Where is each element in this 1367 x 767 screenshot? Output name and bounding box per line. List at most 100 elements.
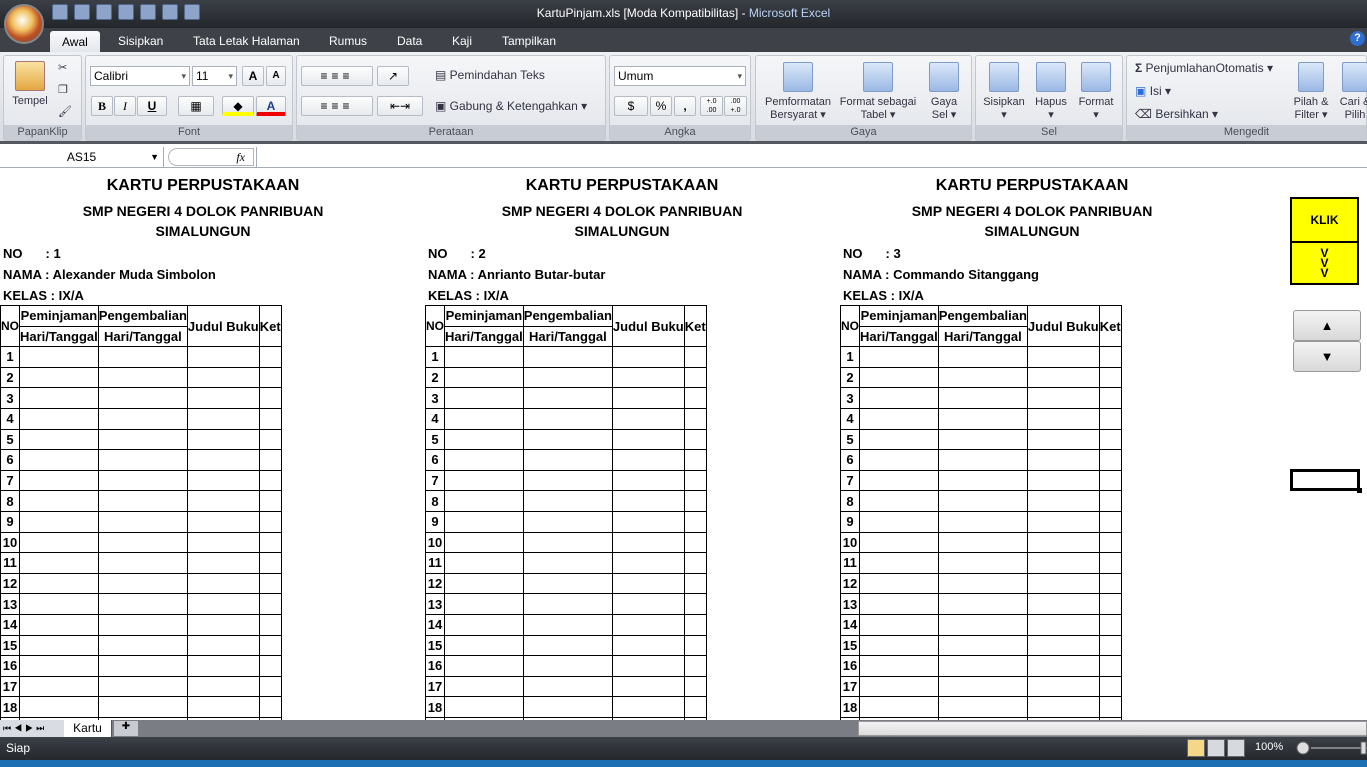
book-title-cell[interactable] <box>186 449 260 471</box>
borrow-date-cell[interactable] <box>19 655 99 677</box>
italic-button[interactable]: I <box>114 96 136 116</box>
return-date-cell[interactable] <box>97 531 188 554</box>
borrow-date-cell[interactable] <box>444 366 524 389</box>
borrow-date-cell[interactable] <box>444 655 524 677</box>
tab-rumus[interactable]: Rumus <box>321 32 375 50</box>
borrow-date-cell[interactable] <box>859 366 939 389</box>
selected-cell[interactable] <box>1290 469 1362 493</box>
office-button[interactable] <box>4 4 44 44</box>
note-cell[interactable] <box>683 469 707 492</box>
note-cell[interactable] <box>258 469 282 492</box>
return-date-cell[interactable] <box>97 428 188 451</box>
book-title-cell[interactable] <box>611 634 685 657</box>
note-cell[interactable] <box>258 428 282 451</box>
return-date-cell[interactable] <box>937 346 1028 368</box>
borrow-date-cell[interactable] <box>859 346 939 368</box>
return-date-cell[interactable] <box>97 613 188 636</box>
return-date-cell[interactable] <box>522 510 613 533</box>
scroll-down-button[interactable]: ▼ <box>1293 341 1361 372</box>
return-date-cell[interactable] <box>97 510 188 533</box>
horizontal-scrollbar[interactable] <box>858 721 1367 736</box>
note-cell[interactable] <box>1098 634 1122 657</box>
find-select-button[interactable]: Cari & Pilih <box>1335 62 1367 122</box>
note-cell[interactable] <box>1098 428 1122 451</box>
borrow-date-cell[interactable] <box>859 655 939 677</box>
borrow-date-cell[interactable] <box>444 572 524 595</box>
return-date-cell[interactable] <box>97 696 188 718</box>
return-date-cell[interactable] <box>97 387 188 409</box>
return-date-cell[interactable] <box>937 490 1028 512</box>
book-title-cell[interactable] <box>186 593 260 615</box>
book-title-cell[interactable] <box>1026 407 1100 430</box>
note-cell[interactable] <box>683 634 707 657</box>
book-title-cell[interactable] <box>1026 613 1100 636</box>
note-cell[interactable] <box>1098 387 1122 409</box>
return-date-cell[interactable] <box>522 531 613 554</box>
return-date-cell[interactable] <box>522 428 613 451</box>
note-cell[interactable] <box>1098 449 1122 471</box>
note-cell[interactable] <box>1098 572 1122 595</box>
borrow-date-cell[interactable] <box>859 490 939 512</box>
return-date-cell[interactable] <box>937 675 1028 698</box>
number-format-select[interactable]: Umum <box>614 66 746 86</box>
borrow-date-cell[interactable] <box>444 593 524 615</box>
note-cell[interactable] <box>683 552 707 574</box>
borrow-date-cell[interactable] <box>444 387 524 409</box>
book-title-cell[interactable] <box>1026 490 1100 512</box>
borrow-date-cell[interactable] <box>19 387 99 409</box>
insert-sheet-icon[interactable]: ✚ <box>114 721 138 736</box>
note-cell[interactable] <box>1098 510 1122 533</box>
print-icon[interactable] <box>140 4 156 20</box>
return-date-cell[interactable] <box>97 490 188 512</box>
return-date-cell[interactable] <box>97 572 188 595</box>
font-name-select[interactable]: Calibri <box>90 66 190 86</box>
book-title-cell[interactable] <box>186 552 260 574</box>
book-title-cell[interactable] <box>1026 510 1100 533</box>
note-cell[interactable] <box>258 449 282 471</box>
page-break-view-icon[interactable] <box>1227 739 1245 757</box>
format-as-table-button[interactable]: Format sebagai Tabel ▾ <box>838 62 918 122</box>
book-title-cell[interactable] <box>1026 634 1100 657</box>
zoom-slider[interactable] <box>1295 740 1367 757</box>
return-date-cell[interactable] <box>937 634 1028 657</box>
borrow-date-cell[interactable] <box>19 613 99 636</box>
book-title-cell[interactable] <box>611 613 685 636</box>
book-title-cell[interactable] <box>186 696 260 718</box>
font-color-button[interactable]: A <box>256 96 286 116</box>
note-cell[interactable] <box>1098 655 1122 677</box>
borrow-date-cell[interactable] <box>444 407 524 430</box>
borrow-date-cell[interactable] <box>444 469 524 492</box>
borrow-date-cell[interactable] <box>859 613 939 636</box>
book-title-cell[interactable] <box>1026 552 1100 574</box>
note-cell[interactable] <box>258 572 282 595</box>
borrow-date-cell[interactable] <box>444 634 524 657</box>
format-painter-icon[interactable]: 🖌 <box>58 106 72 119</box>
save-icon[interactable] <box>52 4 68 20</box>
note-cell[interactable] <box>683 572 707 595</box>
sort-filter-button[interactable]: Pilah & Filter ▾ <box>1291 62 1331 122</box>
return-date-cell[interactable] <box>522 613 613 636</box>
return-date-cell[interactable] <box>522 387 613 409</box>
book-title-cell[interactable] <box>1026 346 1100 368</box>
note-cell[interactable] <box>258 346 282 368</box>
book-title-cell[interactable] <box>186 469 260 492</box>
return-date-cell[interactable] <box>97 593 188 615</box>
klik-button[interactable]: KLIK VVV <box>1290 197 1359 285</box>
sheet-tab-kartu[interactable]: Kartu <box>64 720 112 737</box>
return-date-cell[interactable] <box>522 696 613 718</box>
book-title-cell[interactable] <box>1026 449 1100 471</box>
return-date-cell[interactable] <box>937 510 1028 533</box>
return-date-cell[interactable] <box>937 428 1028 451</box>
book-title-cell[interactable] <box>1026 428 1100 451</box>
borrow-date-cell[interactable] <box>859 696 939 718</box>
return-date-cell[interactable] <box>937 655 1028 677</box>
book-title-cell[interactable] <box>611 531 685 554</box>
note-cell[interactable] <box>258 407 282 430</box>
borrow-date-cell[interactable] <box>859 428 939 451</box>
book-title-cell[interactable] <box>1026 696 1100 718</box>
book-title-cell[interactable] <box>611 593 685 615</box>
tab-awal[interactable]: Awal <box>50 31 100 52</box>
book-title-cell[interactable] <box>186 613 260 636</box>
borrow-date-cell[interactable] <box>859 407 939 430</box>
print-preview-icon[interactable] <box>118 4 134 20</box>
